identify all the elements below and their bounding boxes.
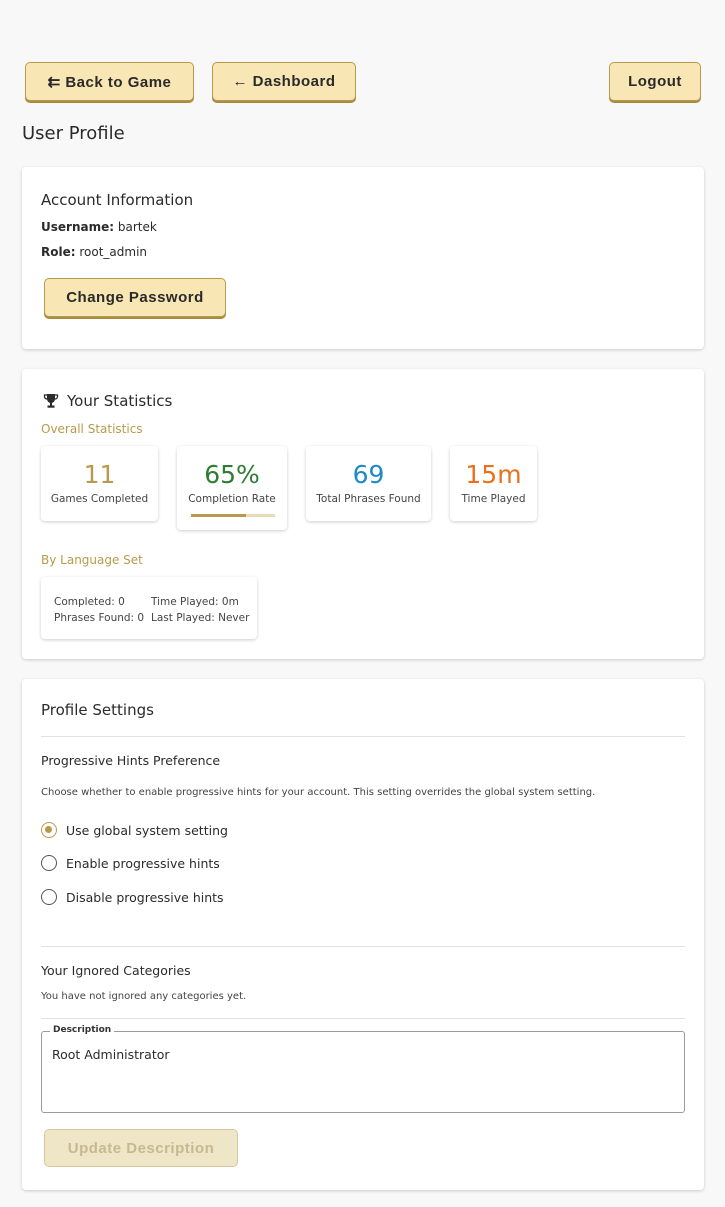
statistics-card: Your Statistics Overall Statistics 11 Ga… <box>22 369 704 659</box>
page-title: User Profile <box>22 123 125 144</box>
update-description-button[interactable]: Update Description <box>44 1129 238 1167</box>
radio-enable-hints[interactable]: Enable progressive hints <box>41 855 220 871</box>
hints-description: Choose whether to enable progressive hin… <box>41 787 596 798</box>
language-completed: Completed: 0 <box>54 596 125 608</box>
description-field[interactable]: Description Root Administrator <box>41 1025 685 1113</box>
profile-settings-title: Profile Settings <box>41 701 154 719</box>
language-time-played: Time Played: 0m <box>151 596 239 608</box>
role-value: root_admin <box>79 245 148 259</box>
radio-disable-hints[interactable]: Disable progressive hints <box>41 889 224 905</box>
change-password-button[interactable]: Change Password <box>44 278 226 317</box>
username-field: Username: bartek <box>41 220 157 234</box>
stat-completion-rate: 65% Completion Rate <box>177 446 287 530</box>
logout-button[interactable]: Logout <box>609 62 701 101</box>
radio-button[interactable] <box>41 855 57 871</box>
ignored-categories-title: Your Ignored Categories <box>41 963 191 978</box>
username-value: bartek <box>117 220 157 234</box>
divider <box>41 736 685 737</box>
radio-button[interactable] <box>41 822 57 838</box>
role-label: Role: <box>41 245 76 259</box>
stat-label: Total Phrases Found <box>316 493 421 505</box>
back-to-game-button[interactable]: ⇇ Back to Game <box>25 62 194 101</box>
language-set-card: Completed: 0 Time Played: 0m Phrases Fou… <box>41 577 257 639</box>
completion-progress-fill <box>191 514 246 517</box>
stat-value: 15m <box>465 460 522 489</box>
overall-statistics-label: Overall Statistics <box>41 422 143 436</box>
radio-global-setting[interactable]: Use global system setting <box>41 822 228 838</box>
dashboard-button[interactable]: ← Dashboard <box>212 62 356 101</box>
statistics-card-title: Your Statistics <box>67 392 173 410</box>
role-field: Role: root_admin <box>41 245 147 259</box>
language-last-played: Last Played: Never <box>151 612 250 624</box>
by-language-label: By Language Set <box>41 553 143 567</box>
language-phrases-found: Phrases Found: 0 <box>54 612 145 624</box>
account-card-title: Account Information <box>41 191 194 209</box>
ignored-categories-text: You have not ignored any categories yet. <box>41 991 247 1002</box>
stat-value: 65% <box>204 460 260 489</box>
stat-time-played: 15m Time Played <box>450 446 537 521</box>
stat-label: Games Completed <box>50 493 149 505</box>
radio-label: Enable progressive hints <box>66 855 220 871</box>
completion-progress-bar <box>191 514 275 517</box>
trophy-icon <box>43 393 59 413</box>
description-legend: Description <box>50 1025 115 1035</box>
stat-value: 69 <box>352 460 385 489</box>
hints-title: Progressive Hints Preference <box>41 753 221 768</box>
divider <box>41 946 685 947</box>
radio-button[interactable] <box>41 889 57 905</box>
stat-total-phrases: 69 Total Phrases Found <box>306 446 431 521</box>
divider <box>41 1018 685 1019</box>
stat-games-completed: 11 Games Completed <box>41 446 158 521</box>
stat-label: Time Played <box>461 493 526 505</box>
radio-label: Disable progressive hints <box>66 889 224 905</box>
username-label: Username: <box>41 220 115 234</box>
radio-label: Use global system setting <box>66 822 228 838</box>
description-value[interactable]: Root Administrator <box>52 1047 170 1062</box>
account-card: Account Information Username: bartek Rol… <box>22 167 704 349</box>
profile-settings-card: Profile Settings Progressive Hints Prefe… <box>22 679 704 1190</box>
stat-value: 11 <box>83 460 116 489</box>
stat-label: Completion Rate <box>188 493 276 505</box>
